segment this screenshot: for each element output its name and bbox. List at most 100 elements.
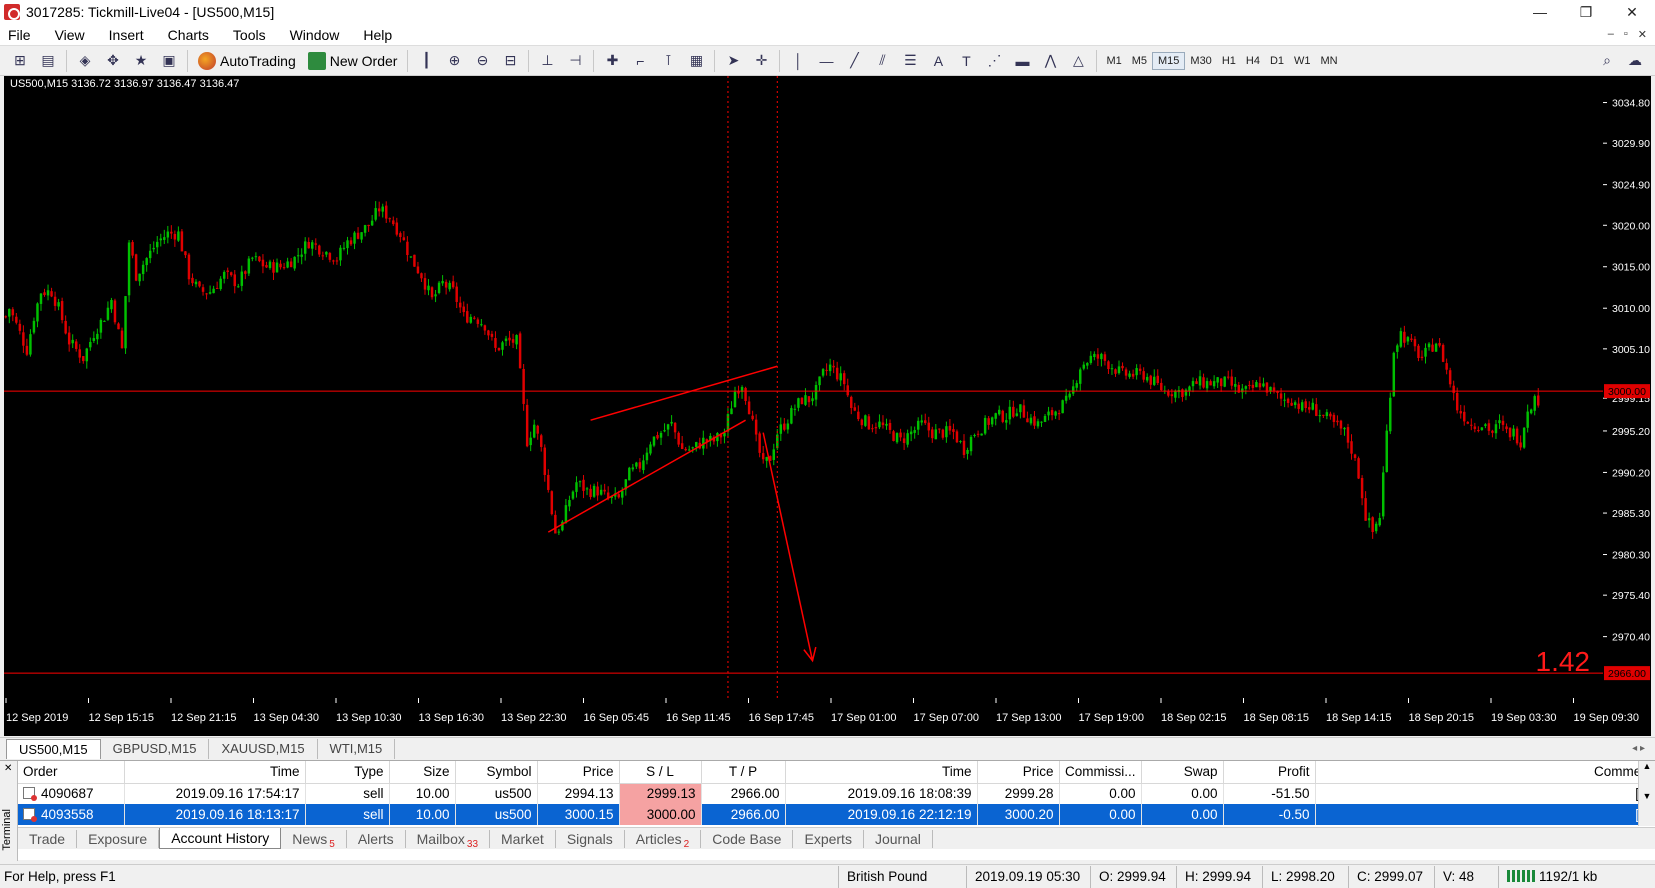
zoom-out-icon[interactable]: ⊖ <box>471 50 493 72</box>
autotrading-button[interactable]: AutoTrading <box>192 49 302 73</box>
zoom-in-icon[interactable]: ⊕ <box>443 50 465 72</box>
market-watch-icon[interactable]: ◈ <box>74 50 96 72</box>
bar-chart-icon[interactable]: ┃ <box>415 50 437 72</box>
terminal-tab-signals[interactable]: Signals <box>556 829 625 848</box>
col-close-price[interactable]: Price <box>977 761 1060 784</box>
horizontal-line-icon[interactable]: — <box>815 50 837 72</box>
favorites-icon[interactable]: ★ <box>130 50 152 72</box>
period-icon[interactable]: ⌐ <box>629 50 651 72</box>
chart-properties-icon[interactable]: ▦ <box>685 50 707 72</box>
chart-tab-us500[interactable]: US500,M15 <box>6 739 101 759</box>
text-label-icon[interactable]: T <box>955 50 977 72</box>
minimize-button[interactable]: — <box>1517 0 1563 24</box>
menu-help[interactable]: Help <box>351 24 404 46</box>
elliott-icon[interactable]: ⋀ <box>1039 50 1061 72</box>
cursor-icon[interactable]: ➤ <box>722 50 744 72</box>
text-icon[interactable]: A <box>927 50 949 72</box>
profiles-icon[interactable]: ▤ <box>37 50 59 72</box>
menu-file[interactable]: File <box>0 24 43 46</box>
col-commission[interactable]: Commissi... <box>1059 761 1142 784</box>
col-price[interactable]: Price <box>537 761 620 784</box>
candle-body <box>857 411 860 420</box>
timeframe-m30[interactable]: M30 <box>1185 53 1216 69</box>
timeframe-h4[interactable]: H4 <box>1241 53 1265 69</box>
rectangle-icon[interactable]: ▬ <box>1011 50 1033 72</box>
menu-tools[interactable]: Tools <box>221 24 278 46</box>
terminal-tab-experts[interactable]: Experts <box>793 829 864 848</box>
timeframe-w1[interactable]: W1 <box>1289 53 1316 69</box>
terminal-tab-code-base[interactable]: Code Base <box>701 829 794 848</box>
trendline-icon[interactable]: ╱ <box>843 50 865 72</box>
col-time[interactable]: Time <box>124 761 306 784</box>
navigator-icon[interactable]: ✥ <box>102 50 124 72</box>
vertical-line-icon[interactable]: │ <box>787 50 809 72</box>
close-button[interactable]: ✕ <box>1609 0 1655 24</box>
terminal-label: Terminal <box>1 809 13 851</box>
candle-body <box>825 369 828 371</box>
channel-icon[interactable]: ⫽ <box>871 50 893 72</box>
col-symbol[interactable]: Symbol <box>455 761 538 784</box>
timeframe-m1[interactable]: M1 <box>1101 53 1126 69</box>
plot-area[interactable] <box>4 76 1603 698</box>
price-chart[interactable]: 3034.80 3029.90 3024.90 3020.00 3015.00 3010.… <box>0 76 1655 736</box>
col-comment[interactable]: Comment <box>1315 761 1655 784</box>
terminal-tab-account-history[interactable]: Account History <box>159 828 282 849</box>
time-axis[interactable] <box>4 698 1651 736</box>
restore-button[interactable]: ❐ <box>1563 0 1609 24</box>
mdi-minimize-button[interactable]: – <box>1608 28 1614 41</box>
table-row-selected[interactable]: 4093558 2019.09.16 18:13:17 sell 10.00 u… <box>18 804 1655 825</box>
terminal-tab-alerts[interactable]: Alerts <box>347 829 406 848</box>
chat-icon[interactable]: ☁ <box>1624 50 1646 72</box>
col-sl[interactable]: S / L <box>619 761 702 784</box>
terminal-tab-mailbox[interactable]: Mailbox 33 <box>406 829 491 850</box>
menu-insert[interactable]: Insert <box>97 24 156 46</box>
col-order[interactable]: Order <box>18 761 125 784</box>
timeframe-m15[interactable]: M15 <box>1152 51 1186 70</box>
chart-tab-wti[interactable]: WTI,M15 <box>318 739 396 759</box>
terminal-tab-market[interactable]: Market <box>490 829 556 848</box>
menu-charts[interactable]: Charts <box>156 24 221 46</box>
gann-icon[interactable]: ⋰ <box>983 50 1005 72</box>
terminal-tab-journal[interactable]: Journal <box>864 829 933 848</box>
chart-window[interactable]: 3034.80 3029.90 3024.90 3020.00 3015.00 3010.… <box>0 76 1655 736</box>
col-type[interactable]: Type <box>305 761 390 784</box>
timeframe-h1[interactable]: H1 <box>1217 53 1241 69</box>
table-scrollbar[interactable]: ▲ ▼ <box>1638 761 1655 826</box>
connection-status[interactable]: 1192/1 kb <box>1498 865 1622 888</box>
col-size[interactable]: Size <box>389 761 456 784</box>
mdi-close-button[interactable]: ✕ <box>1638 28 1647 41</box>
timeframe-d1[interactable]: D1 <box>1265 53 1289 69</box>
templates-icon[interactable]: ⊺ <box>657 50 679 72</box>
terminal-tab-articles[interactable]: Articles 2 <box>625 829 702 850</box>
chart-tab-scroll[interactable]: ◂ ▸ <box>1632 739 1655 759</box>
mdi-restore-button[interactable]: ▫ <box>1624 28 1628 41</box>
terminal-tab-exposure[interactable]: Exposure <box>77 829 160 848</box>
table-row[interactable]: 4090687 2019.09.16 17:54:17 sell 10.00 u… <box>18 783 1655 804</box>
tile-windows-icon[interactable]: ⊟ <box>499 50 521 72</box>
search-icon[interactable]: ⌕ <box>1596 50 1618 72</box>
col-swap[interactable]: Swap <box>1141 761 1224 784</box>
candle-body <box>691 447 694 449</box>
crosshair-icon[interactable]: ✛ <box>750 50 772 72</box>
timeframe-mn[interactable]: MN <box>1316 53 1343 69</box>
chart-tab-xauusd[interactable]: XAUUSD,M15 <box>209 739 318 759</box>
menu-view[interactable]: View <box>43 24 97 46</box>
col-close-time[interactable]: Time <box>785 761 978 784</box>
new-order-button[interactable]: New Order <box>302 49 404 73</box>
timeframe-m5[interactable]: M5 <box>1127 53 1152 69</box>
col-tp[interactable]: T / P <box>701 761 786 784</box>
terminal-tab-news[interactable]: News 5 <box>281 829 347 850</box>
col-profit[interactable]: Profit <box>1223 761 1316 784</box>
shapes-icon[interactable]: △ <box>1067 50 1089 72</box>
fibonacci-icon[interactable]: ☰ <box>899 50 921 72</box>
menu-window[interactable]: Window <box>278 24 352 46</box>
chart-shift-icon[interactable]: ⊣ <box>564 50 586 72</box>
indicators-icon[interactable]: ✚ <box>601 50 623 72</box>
chart-tab-gbpusd[interactable]: GBPUSD,M15 <box>101 739 210 759</box>
terminal-window-icon[interactable]: ▣ <box>158 50 180 72</box>
auto-scroll-icon[interactable]: ⊥ <box>536 50 558 72</box>
candle-body <box>237 286 240 288</box>
terminal-close-icon[interactable]: ✕ <box>4 763 12 774</box>
new-chart-icon[interactable]: ⊞ <box>9 50 31 72</box>
terminal-tab-trade[interactable]: Trade <box>18 829 78 848</box>
